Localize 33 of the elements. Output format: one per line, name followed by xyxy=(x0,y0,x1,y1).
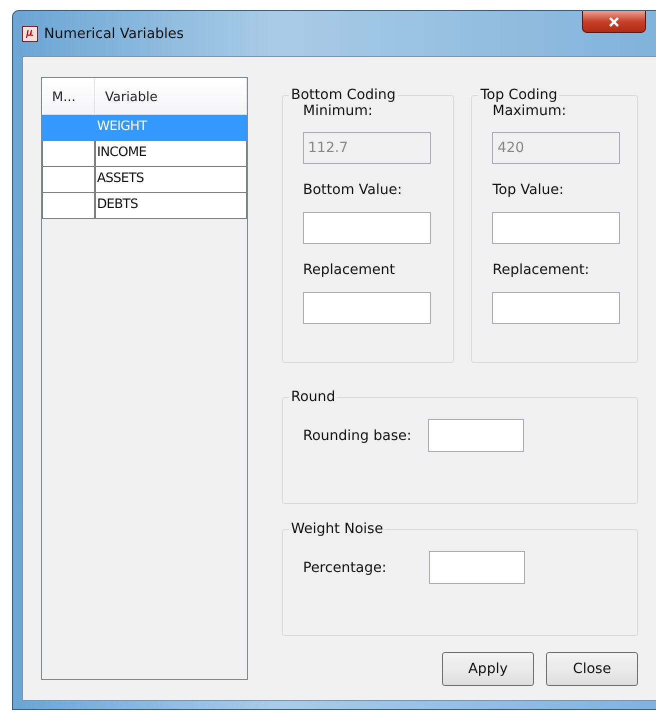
close-button[interactable]: Close xyxy=(546,652,638,686)
table-cell[interactable] xyxy=(42,141,95,167)
column-header[interactable]: M... xyxy=(42,78,95,114)
input-field[interactable] xyxy=(429,551,526,584)
group-title: Round xyxy=(290,389,336,405)
field-label: Replacement: xyxy=(492,262,590,278)
mu-icon xyxy=(22,26,38,42)
group-title: Weight Noise xyxy=(290,521,384,537)
table-cell[interactable]: ASSETS xyxy=(95,167,247,193)
input-field[interactable] xyxy=(492,212,620,244)
field-label: Percentage: xyxy=(303,560,386,576)
window-title: Numerical Variables xyxy=(44,26,184,42)
close-icon xyxy=(608,16,620,26)
table-cell[interactable]: DEBTS xyxy=(95,193,247,219)
apply-button[interactable]: Apply xyxy=(442,652,534,686)
table-cell[interactable] xyxy=(42,193,95,219)
field-label: Minimum: xyxy=(303,103,374,119)
group-title: Top Coding xyxy=(479,87,558,103)
field-label: Maximum: xyxy=(492,103,568,119)
input-field[interactable] xyxy=(492,292,620,324)
field-label: Rounding base: xyxy=(303,428,412,444)
input-field[interactable] xyxy=(428,419,524,452)
field-label: Bottom Value: xyxy=(303,182,403,198)
input-field[interactable] xyxy=(303,292,431,324)
close-button[interactable] xyxy=(582,11,646,33)
group-title: Bottom Coding xyxy=(290,87,397,103)
field-label: Top Value: xyxy=(492,182,565,198)
field-label: Replacement xyxy=(303,262,396,278)
column-header[interactable]: Variable xyxy=(95,78,247,114)
table-cell[interactable]: INCOME xyxy=(95,141,247,167)
table-cell[interactable] xyxy=(42,167,95,193)
input-field[interactable] xyxy=(303,212,431,244)
table-cell[interactable] xyxy=(42,115,95,141)
